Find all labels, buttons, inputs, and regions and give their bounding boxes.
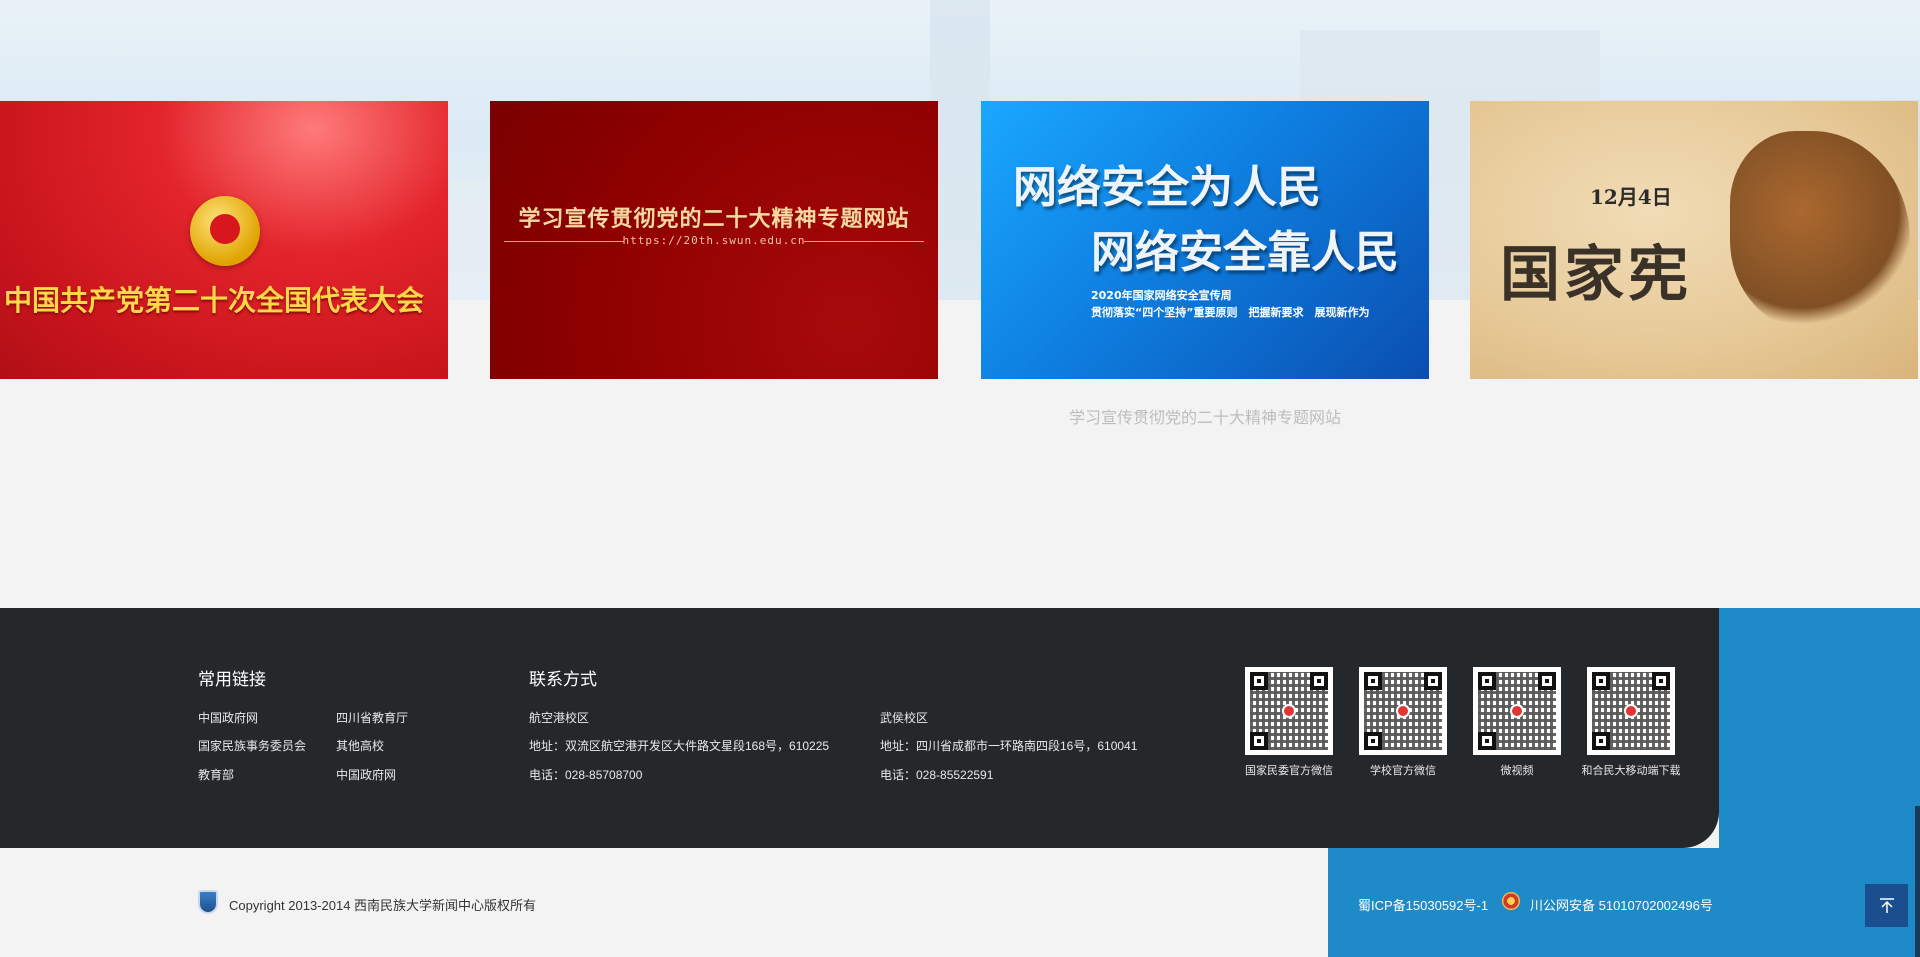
campus-phone: 电话：028-85522591: [880, 768, 994, 782]
banner-line-2: 网络安全靠人民: [1091, 227, 1399, 278]
footer-link[interactable]: 国家民族事务委员会: [198, 737, 306, 754]
qr-label: 学校官方微信: [1370, 765, 1436, 777]
copyright-text: Copyright 2013-2014 西南民族大学新闻中心版权所有: [229, 898, 537, 913]
qr-code: [1359, 667, 1447, 755]
banner-title: 国家宪: [1500, 240, 1692, 310]
campus-address: 地址：四川省成都市一环路南四段16号，610041: [880, 739, 1138, 753]
back-to-top-button[interactable]: [1865, 884, 1908, 927]
footer-edge: [1915, 806, 1920, 957]
arrow-up-icon: [1879, 897, 1894, 913]
banner-sub-2: 贯彻落实“四个坚持”重要原则 把握新要求 展现新作为: [1091, 306, 1370, 319]
footer-link[interactable]: 中国政府网: [336, 766, 396, 783]
police-record-link[interactable]: 川公网安备 51010702002496号: [1530, 895, 1713, 914]
footer-link[interactable]: 四川省教育厅: [336, 709, 408, 726]
banner-title: 学习宣传贯彻党的二十大精神专题网站: [518, 207, 910, 232]
footer: [0, 608, 1719, 848]
banner-line-1: 网络安全为人民: [1013, 162, 1321, 213]
school-logo-icon: [198, 890, 218, 914]
divider: [804, 241, 924, 242]
links-title: 常用链接: [198, 670, 266, 689]
footer-link[interactable]: 教育部: [198, 766, 234, 783]
banner-20th-website[interactable]: 学习宣传贯彻党的二十大精神专题网站 https://20th.swun.edu.…: [490, 101, 938, 379]
footer-link[interactable]: 其他高校: [336, 737, 384, 754]
banner-title: 中国共产党第二十次全国代表大会: [4, 284, 425, 317]
banner-date: 12月4日: [1590, 185, 1672, 209]
qr-code: [1245, 667, 1333, 755]
icp-link[interactable]: 蜀ICP备15030592号-1: [1358, 895, 1488, 914]
qr-label: 微视频: [1500, 765, 1534, 777]
footer-accent: [1719, 608, 1920, 848]
banner-constitution-day[interactable]: 12月4日 国家宪: [1470, 101, 1918, 379]
qr-code: [1587, 667, 1675, 755]
brush-stroke-icon: [1730, 131, 1910, 331]
banner-cyber-security[interactable]: 网络安全为人民 网络安全靠人民 2020年国家网络安全宣传周 贯彻落实“四个坚持…: [981, 101, 1429, 379]
qr-code: [1473, 667, 1561, 755]
campus-phone: 电话：028-85708700: [529, 768, 643, 782]
campus-name: 武侯校区: [880, 711, 929, 725]
contact-title: 联系方式: [529, 670, 597, 689]
footer-link[interactable]: 中国政府网: [198, 709, 258, 726]
banner-caption[interactable]: 学习宣传贯彻党的二十大精神专题网站: [981, 404, 1429, 428]
banner-party-congress[interactable]: 中国共产党第二十次全国代表大会: [0, 101, 448, 379]
campus-address: 地址：双流区航空港开发区大件路文星段168号，610225: [529, 739, 830, 753]
qr-label: 和合民大移动端下载: [1581, 765, 1681, 777]
police-badge-icon: [1502, 892, 1520, 910]
campus-name: 航空港校区: [529, 711, 590, 725]
qr-label: 国家民委官方微信: [1245, 765, 1333, 777]
banner-sub-1: 2020年国家网络安全宣传周: [1091, 289, 1232, 302]
party-emblem-icon: [190, 196, 260, 266]
